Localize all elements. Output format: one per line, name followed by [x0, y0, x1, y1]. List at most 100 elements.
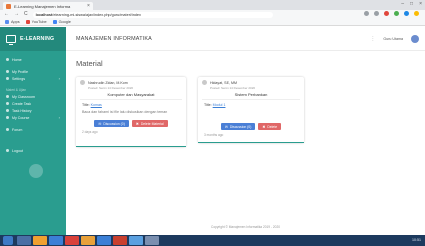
browser-toolbar: ← → C localhost/elearning-mi-siswa/ajax/…	[0, 10, 425, 19]
chat-icon	[6, 128, 9, 131]
url-path: /elearning-mi-siswa/ajax/index.php/guru/…	[52, 12, 141, 17]
browser-tab-bar: E-Learning Manajemen Informa × – □ ×	[0, 0, 425, 10]
google-icon	[52, 20, 57, 24]
taskbar-app-icon[interactable]	[129, 236, 143, 245]
taskbar-app-icon[interactable]	[145, 236, 159, 245]
avatar[interactable]	[411, 35, 419, 43]
sidebar-item-label: Task History	[12, 108, 32, 113]
card-subject: Sistem Perbankan	[202, 92, 300, 100]
page-footer: Copyright © Manajemen Informatika 2019 -…	[211, 225, 280, 229]
sidebar-toggle-button[interactable]	[29, 164, 43, 178]
sidebar-item-label: My Course	[12, 115, 30, 120]
start-button[interactable]	[3, 236, 13, 245]
address-bar[interactable]: localhost/elearning-mi-siswa/ajax/index.…	[32, 11, 273, 18]
material-card: Nashrudin Zidan, M.Kom Posted: Senin 14 …	[76, 77, 186, 147]
card-header: Hidayat, SE, MM	[198, 77, 304, 85]
sidebar-item-logout[interactable]: Logout	[0, 147, 66, 154]
chevron-right-icon: ›	[58, 115, 60, 120]
bookmark-google[interactable]: Google	[52, 20, 71, 24]
reload-button[interactable]: C	[24, 12, 28, 17]
card-author: Nashrudin Zidan, M.Kom	[88, 80, 128, 85]
discussion-button-label: Discussion (0)	[229, 124, 252, 129]
forward-button[interactable]: →	[14, 12, 19, 17]
extension-icon[interactable]	[404, 11, 409, 16]
delete-button[interactable]: ✖ Delete Material	[131, 120, 168, 127]
site-favicon-icon	[6, 3, 11, 9]
close-tab-icon[interactable]: ×	[87, 3, 93, 9]
close-window-button[interactable]: ×	[419, 1, 422, 7]
sidebar-item-label: Logout	[12, 148, 23, 153]
page-title: Material	[76, 59, 103, 68]
sidebar-item-forum[interactable]: Forum	[0, 126, 66, 133]
file-link[interactable]: Modul 1	[213, 103, 226, 107]
card-actions: ✉ Discussion (0) ✖ Delete	[198, 123, 304, 130]
delete-button-label: Delete	[267, 124, 278, 129]
bookmark-apps[interactable]: Apps	[5, 20, 20, 24]
card-author: Hidayat, SE, MM	[210, 80, 237, 85]
delete-button[interactable]: ✖ Delete	[258, 123, 282, 130]
monitor-icon	[6, 35, 16, 45]
tab-title: E-Learning Manajemen Informa	[14, 3, 71, 9]
taskbar-app-icon[interactable]	[33, 236, 47, 245]
card-date: Posted: Senin 14 Desember 2020	[210, 86, 256, 90]
taskbar-app-icon[interactable]	[81, 236, 95, 245]
discussion-button[interactable]: ✉ Discussion (0)	[220, 123, 256, 130]
book-icon	[6, 116, 9, 119]
card-file-row: Title: Modul 1	[198, 100, 304, 107]
more-menu-icon[interactable]: ⋮	[370, 36, 375, 42]
classroom-icon	[6, 95, 9, 98]
extension-icon[interactable]	[364, 11, 369, 16]
logout-icon	[6, 149, 9, 152]
extension-icon[interactable]	[394, 11, 399, 16]
sidebar-item-home[interactable]: Home	[0, 56, 66, 63]
back-button[interactable]: ←	[4, 12, 9, 17]
plus-icon	[6, 102, 9, 105]
sidebar-item-my-classroom[interactable]: My Classroom	[0, 93, 66, 100]
taskbar-app-icon[interactable]	[17, 236, 31, 245]
maximize-button[interactable]: □	[410, 1, 413, 7]
card-subject: Komputer dan Masyarakat	[80, 92, 182, 100]
sidebar-item-label: Forum	[12, 127, 23, 132]
card-description: Baca dan fahami isi file lalu diskusikan…	[82, 110, 168, 114]
sidebar-item-settings[interactable]: Settings ›	[0, 75, 66, 82]
gear-icon	[6, 77, 9, 80]
avatar	[202, 80, 207, 85]
card-actions: ✉ Discussion (0) ✖ Delete Material	[76, 120, 186, 127]
extension-icons	[364, 11, 419, 16]
user-name[interactable]: Guru Utama	[383, 37, 403, 41]
taskbar-app-icon[interactable]	[97, 236, 111, 245]
minimize-button[interactable]: –	[401, 1, 404, 7]
card-date: Posted: Senin 14 Desember 2020	[88, 86, 134, 90]
bookmark-label: Google	[58, 20, 71, 24]
trash-icon: ✖	[262, 124, 266, 129]
chat-icon: ✉	[98, 121, 102, 126]
taskbar-app-icon[interactable]	[113, 236, 127, 245]
header-title: MANAJEMEN INFORMATIKA	[76, 35, 152, 42]
file-label: Title:	[204, 103, 212, 107]
sidebar-item-label: My Classroom	[12, 94, 35, 99]
sidebar-item-my-course[interactable]: My Course ›	[0, 114, 66, 121]
browser-tab[interactable]: E-Learning Manajemen Informa ×	[3, 2, 93, 10]
sidebar-item-task-history[interactable]: Task History	[0, 107, 66, 114]
history-icon	[6, 109, 9, 112]
extension-icon[interactable]	[374, 11, 379, 16]
sidebar-item-my-profile[interactable]: My Profile	[0, 68, 66, 75]
delete-button-label: Delete Material	[140, 121, 164, 126]
discussion-button[interactable]: ✉ Discussion (0)	[94, 120, 129, 127]
bookmark-youtube[interactable]: YouTube	[25, 20, 47, 24]
taskbar-app-icon[interactable]	[49, 236, 63, 245]
clock: 10:51	[412, 238, 421, 242]
chevron-right-icon: ›	[58, 76, 60, 81]
app-header: MANAJEMEN INFORMATIKA ⋮ Guru Utama	[66, 27, 425, 51]
sidebar-item-label: Settings	[12, 76, 25, 81]
header-actions: ⋮ Guru Utama	[370, 27, 419, 51]
apps-icon	[5, 20, 9, 24]
app-logo[interactable]: E-LEARNING	[0, 27, 66, 51]
url-host: localhost	[35, 12, 53, 17]
file-link[interactable]: Komas	[91, 103, 102, 107]
extension-icon[interactable]	[414, 11, 419, 16]
extension-icon[interactable]	[384, 11, 389, 16]
sidebar-item-label: My Profile	[12, 69, 28, 74]
taskbar-app-icon[interactable]	[65, 236, 79, 245]
sidebar-item-create-task[interactable]: Create Task	[0, 100, 66, 107]
